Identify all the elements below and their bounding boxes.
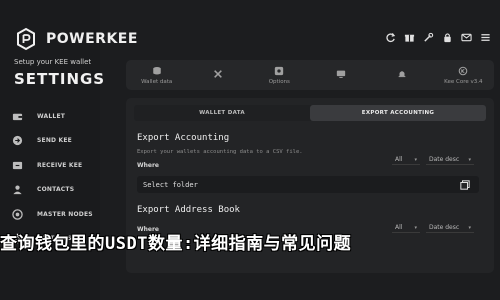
sidebar-item-contacts[interactable]: CONTACTS <box>10 178 100 203</box>
sidebar-item-label: SEND KEE <box>37 137 72 145</box>
subtab-export-accounting[interactable]: EXPORT ACCOUNTING <box>310 105 486 121</box>
tab-display[interactable] <box>310 60 371 90</box>
sidebar-item-label: MASTER NODES <box>37 210 93 218</box>
gift-icon[interactable] <box>403 31 416 44</box>
sidebar-item-label: CONTACTS <box>37 186 75 194</box>
filter-value: All <box>395 156 403 163</box>
database-icon <box>151 66 162 77</box>
tab-kee-core[interactable]: Kee Core v3.4 <box>433 60 494 90</box>
open-folder-icon[interactable] <box>459 179 470 190</box>
email-icon[interactable] <box>460 31 473 44</box>
export-accounting-sort-select[interactable]: Date desc ▾ <box>426 155 474 165</box>
sidebar-item-wallet[interactable]: WALLET <box>10 104 100 129</box>
receive-icon <box>10 158 24 172</box>
display-icon <box>335 69 346 80</box>
app-window: POWERKEE Setup your KEE wallet SETTINGS … <box>0 0 500 300</box>
export-address-book-title: Export Address Book <box>137 205 240 215</box>
wallet-icon <box>10 109 24 123</box>
refresh-icon[interactable] <box>384 31 397 44</box>
page-title: SETTINGS <box>14 70 106 88</box>
sidebar-item-label: WALLET <box>37 112 66 120</box>
export-accounting-where-label: Where <box>137 162 159 169</box>
kee-core-icon <box>458 66 469 77</box>
tab-options[interactable]: Options <box>249 60 310 90</box>
export-accounting-title: Export Accounting <box>137 133 230 143</box>
export-accounting-folder-input[interactable]: Select folder <box>137 176 479 193</box>
tab-label: Options <box>268 78 290 85</box>
sidebar-item-label: RECEIVE KEE <box>37 161 83 169</box>
overlay-title: 查询钱包里的USDT数量:详细指南与常见问题 <box>0 234 352 254</box>
chevron-down-icon: ▾ <box>414 156 417 163</box>
send-icon <box>10 134 24 148</box>
chevron-down-icon: ▾ <box>468 156 471 163</box>
sidebar-item-send-kee[interactable]: SEND KEE <box>10 129 100 154</box>
settings-tabs: Wallet data Options Kee Core v3.4 <box>126 60 494 90</box>
contacts-icon <box>10 183 24 197</box>
panel-subtabs: WALLET DATA EXPORT ACCOUNTING <box>134 105 486 121</box>
options-icon <box>274 66 285 77</box>
top-toolbar <box>384 31 492 44</box>
powerkee-logo-icon <box>14 27 38 51</box>
brand-name: POWERKEE <box>46 31 138 47</box>
nodes-icon <box>10 207 24 221</box>
export-accounting-filter-select[interactable]: All ▾ <box>392 155 420 165</box>
lock-icon[interactable] <box>441 31 454 44</box>
folder-placeholder: Select folder <box>143 180 198 189</box>
sidebar-item-master-nodes[interactable]: MASTER NODES <box>10 202 100 227</box>
tools-icon[interactable] <box>422 31 435 44</box>
sidebar: POWERKEE Setup your KEE wallet SETTINGS … <box>0 0 137 300</box>
sort-value: Date desc <box>429 156 460 163</box>
brand: POWERKEE <box>14 27 138 51</box>
bell-icon <box>396 69 407 80</box>
cross-tools-icon <box>212 69 223 80</box>
export-accounting-description: Export your wallets accounting data to a… <box>137 149 303 155</box>
sidebar-item-receive-kee[interactable]: RECEIVE KEE <box>10 153 100 178</box>
setup-subtitle: Setup your KEE wallet <box>14 58 92 66</box>
tab-label: Wallet data <box>141 78 173 85</box>
subtab-wallet-data[interactable]: WALLET DATA <box>134 105 310 121</box>
tab-notifications[interactable] <box>371 60 432 90</box>
tab-wallet-data[interactable]: Wallet data <box>126 60 187 90</box>
tab-tools[interactable] <box>187 60 248 90</box>
tab-label: Kee Core v3.4 <box>444 78 483 85</box>
menu-icon[interactable] <box>479 31 492 44</box>
